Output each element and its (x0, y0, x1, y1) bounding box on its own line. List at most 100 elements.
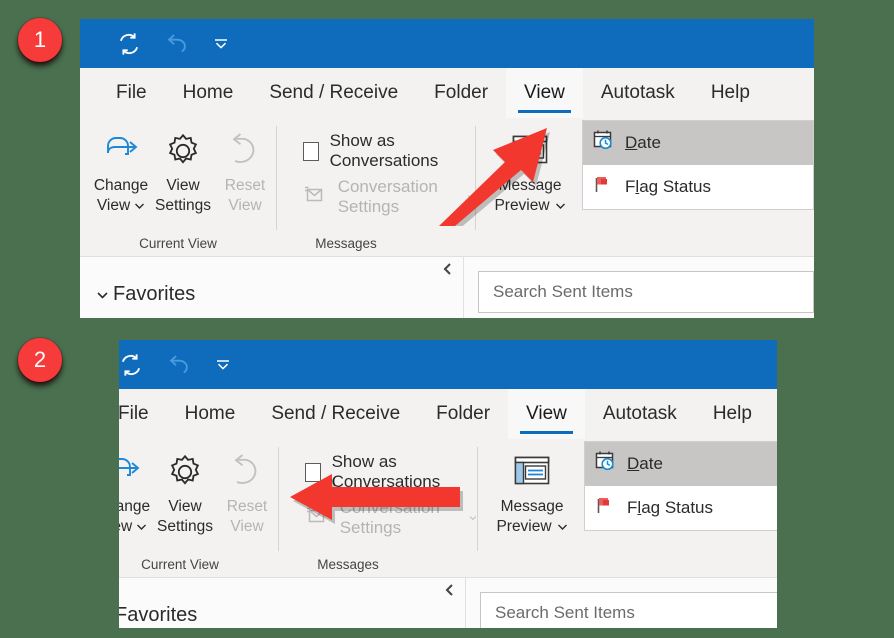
change-view-button[interactable]: Change View (90, 126, 152, 216)
flag-icon (592, 173, 616, 201)
conversation-settings-row[interactable]: Conversation Settings (303, 177, 476, 216)
tab-label: Autotask (602, 403, 677, 424)
favorites-header[interactable]: Favorites (80, 257, 463, 306)
conversation-settings-label: Conversation Settings (337, 177, 438, 216)
view-settings-label-line1: View (168, 498, 202, 515)
navigation-pane: Favorites (119, 578, 466, 628)
reset-view-button[interactable]: Reset View (214, 126, 276, 216)
step-badge-1: 1 (18, 18, 62, 62)
tab-help[interactable]: Help (695, 389, 770, 439)
step-badge-2-label: 2 (33, 347, 47, 372)
view-settings-button[interactable]: View Settings (154, 447, 216, 537)
sync-refresh-icon[interactable] (119, 352, 144, 378)
tab-view[interactable]: View (508, 389, 585, 439)
tab-label: Folder (436, 403, 491, 424)
content-area: Favorites Search Sent Items (119, 578, 777, 628)
tab-autotask[interactable]: Autotask (583, 68, 693, 118)
ribbon-tab-bar: File Home Send / Receive Folder View Aut… (119, 389, 777, 439)
tab-label: Send / Receive (271, 403, 401, 424)
chevron-down-icon[interactable] (212, 35, 230, 53)
reset-view-undo-icon (225, 447, 269, 497)
tab-folder[interactable]: Folder (418, 389, 508, 439)
group-label-arrangement (476, 251, 814, 256)
tab-home[interactable]: Home (167, 389, 254, 439)
search-input[interactable]: Search Sent Items (480, 592, 777, 628)
reset-view-button[interactable]: Reset View (216, 447, 278, 537)
screenshot-panel-step-1: File Home Send / Receive Folder View Aut… (80, 19, 814, 318)
ribbon-group-current-view: Change View View Settings Reset View Cur… (80, 118, 276, 256)
tab-label: Folder (434, 82, 489, 103)
ribbon: Change View View Settings Reset View Cur… (80, 118, 814, 256)
date-calendar-clock-icon (592, 129, 616, 157)
gallery-item-flag-status[interactable]: Flag Status (585, 486, 777, 530)
ribbon-group-arrangement: Message Preview Date Flag Status (476, 118, 814, 256)
group-label-arrangement (478, 572, 777, 577)
group-label-current-view: Current View (139, 236, 217, 251)
message-preview-button[interactable]: Message Preview (486, 126, 574, 216)
view-settings-label-line1: View (166, 177, 200, 194)
reset-view-label-line1: Reset (224, 177, 266, 194)
message-preview-button[interactable]: Message Preview (488, 447, 576, 537)
tab-label: Home (184, 403, 236, 424)
tab-folder[interactable]: Folder (416, 68, 506, 118)
undo-icon[interactable] (164, 31, 190, 57)
show-as-conversations-label: Show as Conversations (329, 131, 439, 170)
tab-view[interactable]: View (506, 68, 583, 118)
ribbon-group-arrangement: Message Preview Date Flag Status (478, 439, 777, 577)
sync-refresh-icon[interactable] (116, 31, 142, 57)
tab-label: Home (182, 82, 234, 103)
chevron-down-icon[interactable] (214, 356, 232, 374)
show-as-conversations-checkbox[interactable] (302, 141, 319, 161)
gear-icon (161, 126, 205, 176)
change-view-label-line1: Change (93, 177, 149, 194)
undo-icon[interactable] (166, 352, 192, 378)
show-as-conversations-label: Show as Conversations (331, 452, 441, 491)
conversation-settings-label: Conversation Settings (339, 498, 440, 537)
change-view-label-line2: View (119, 517, 133, 535)
reset-view-label-line1: Reset (226, 498, 268, 515)
tab-send-receive[interactable]: Send / Receive (253, 389, 418, 439)
screenshot-panel-step-2: File Home Send / Receive Folder View Aut… (119, 340, 777, 628)
chevron-left-icon[interactable] (441, 261, 455, 281)
tab-file[interactable]: File (98, 68, 165, 118)
favorites-header[interactable]: Favorites (119, 578, 465, 627)
chevron-down-icon (135, 203, 145, 209)
flag-icon (594, 494, 618, 522)
change-view-label-line2: View (96, 196, 131, 214)
chevron-down-icon (97, 291, 108, 299)
tab-home[interactable]: Home (165, 68, 252, 118)
show-as-conversations-row[interactable]: Show as Conversations (304, 452, 478, 491)
show-as-conversations-row[interactable]: Show as Conversations (302, 131, 476, 170)
step-badge-1-label: 1 (33, 27, 47, 52)
view-settings-button[interactable]: View Settings (152, 126, 214, 216)
gallery-item-flag-status-label: Flag Status (625, 177, 712, 196)
tab-help[interactable]: Help (693, 68, 768, 118)
tab-send-receive[interactable]: Send / Receive (251, 68, 416, 118)
chevron-left-icon[interactable] (443, 582, 457, 602)
ribbon: Change View View (119, 439, 777, 577)
search-input[interactable]: Search Sent Items (478, 271, 814, 313)
search-placeholder: Search Sent Items (493, 282, 633, 301)
gallery-item-flag-status-label: Flag Status (627, 498, 714, 517)
ribbon-tab-bar: File Home Send / Receive Folder View Aut… (80, 68, 814, 118)
arrangement-gallery: Date Flag Status (582, 120, 814, 210)
group-label-messages: Messages (315, 236, 377, 251)
change-view-arrow-icon (98, 126, 144, 176)
change-view-button[interactable]: Change View (119, 447, 154, 537)
reset-view-undo-icon (223, 126, 267, 176)
show-as-conversations-checkbox[interactable] (304, 462, 321, 482)
gallery-item-flag-status[interactable]: Flag Status (583, 165, 813, 209)
tab-file[interactable]: File (119, 389, 167, 439)
gallery-item-date[interactable]: Date (585, 442, 777, 486)
arrangement-gallery: Date Flag Status (584, 441, 777, 531)
conversation-settings-row[interactable]: Conversation Settings (305, 498, 478, 537)
ribbon-group-messages: Show as Conversations Conversation Setti… (279, 439, 478, 577)
message-preview-icon (507, 126, 553, 176)
gallery-item-date[interactable]: Date (583, 121, 814, 165)
gallery-item-date-label: Date (627, 454, 663, 473)
ribbon-group-messages: Show as Conversations Conversation Setti… (277, 118, 476, 256)
tab-label: Send / Receive (269, 82, 399, 103)
gear-icon (163, 447, 207, 497)
tab-autotask[interactable]: Autotask (585, 389, 695, 439)
change-view-arrow-icon (119, 447, 146, 497)
